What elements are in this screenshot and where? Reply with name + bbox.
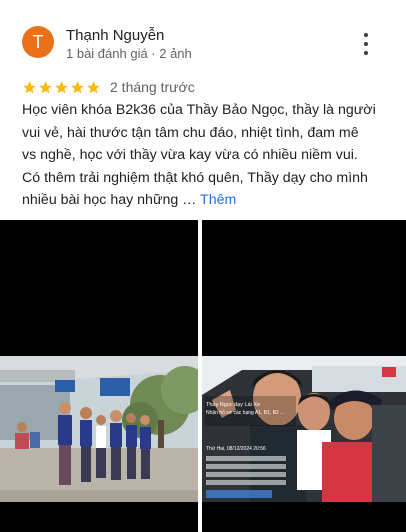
star-icon [87,80,100,93]
reviewer-name[interactable]: Thạnh Nguyễn [66,27,164,44]
more-link[interactable]: Thêm [200,192,236,208]
review-line: vui vẻ, hài thước tận tâm chu đáo, nhiệt… [22,124,359,141]
review-photo-1[interactable] [0,220,198,532]
photo-car-selfie: Thầy Ngọc dạy Lái Xe Nhận hồ sơ các hạng… [202,220,406,532]
avatar[interactable]: T [22,26,54,58]
review-photo-2[interactable]: Thầy Ngọc dạy Lái Xe Nhận hồ sơ các hạng… [202,220,406,532]
review-line: vs nghề, học với thầy vừa kay vừa có nhi… [22,147,358,163]
star-rating [22,80,101,95]
review-date: 2 tháng trước [110,79,195,95]
reviewer-meta: 1 bài đánh giá · 2 ảnh [66,46,192,61]
star-icon [39,80,52,93]
review-line: Học viên khóa B2k36 của Thầy Bảo Ngọc, t… [22,102,376,118]
review-line: Có thêm trải nghiệm thật khó quên, Thầy … [22,169,368,186]
more-vert-icon[interactable] [358,33,374,55]
overlay-line-1: Thầy Ngọc dạy Lái Xe [206,402,260,408]
photo-strip: Thầy Ngọc dạy Lái Xe Nhận hồ sơ các hạng… [0,220,406,532]
overlay-line-2: Nhận hồ sơ các hạng A1, B1, B2 ... [206,410,284,416]
review-line-last: nhiều bài học hay những … Thêm [22,189,392,212]
review-text: Học viên khóa B2k36 của Thầy Bảo Ngọc, t… [22,99,392,212]
review-header: T Thạnh Nguyễn 1 bài đánh giá · 2 ảnh [0,0,406,70]
star-icon [55,80,68,93]
photo-group-students [0,220,198,532]
overlay-line-3: Thứ Hai, 08/12/2024 20:56 [206,446,266,452]
rating-row: 2 tháng trước [22,78,195,96]
star-icon [23,80,36,93]
star-icon [71,80,84,93]
review-line: nhiều bài học hay những … [22,192,201,208]
